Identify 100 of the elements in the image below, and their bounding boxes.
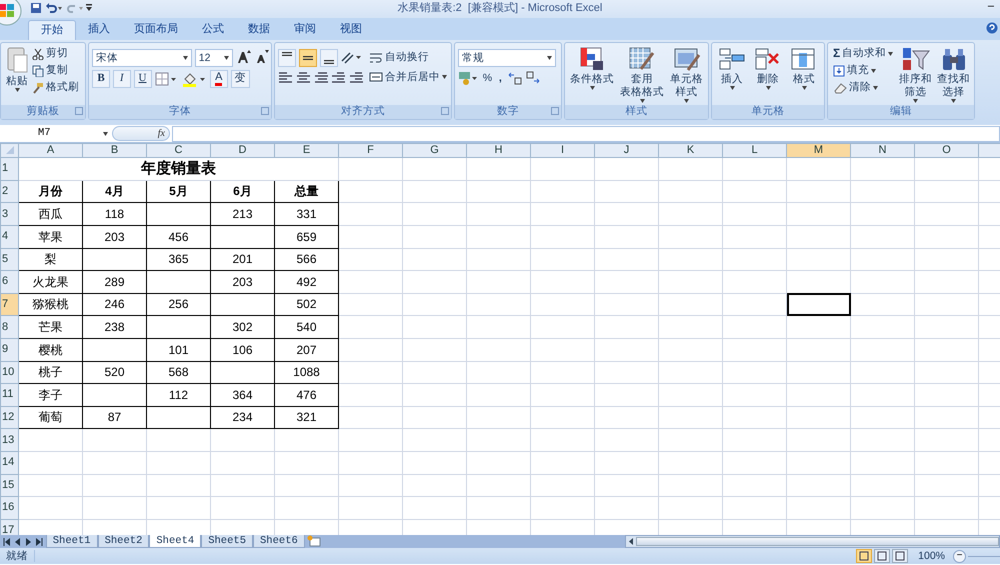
cell-style-button[interactable]: 单元格 样式	[669, 45, 704, 104]
customize-icon[interactable]	[86, 4, 92, 12]
column-header[interactable]: G	[402, 144, 466, 158]
row-header[interactable]: 7	[0, 293, 18, 316]
copy-button[interactable]: 复制	[30, 62, 81, 79]
italic-button[interactable]: I	[112, 70, 131, 88]
ribbon-tab[interactable]: 页面布局	[122, 20, 190, 40]
comma-button[interactable]: ,	[496, 70, 504, 87]
column-header[interactable]: A	[18, 144, 82, 158]
autosum-button[interactable]: Σ 自动求和	[831, 45, 896, 62]
cut-button[interactable]: 剪切	[30, 45, 81, 62]
ribbon-tab[interactable]: 开始	[28, 20, 76, 40]
sheet-tab[interactable]: Sheet1	[46, 535, 98, 548]
font-name-field[interactable]: 宋体	[92, 49, 192, 67]
formula-input[interactable]	[172, 126, 1000, 142]
row-header[interactable]: 11	[0, 384, 18, 406]
font-size-field[interactable]: 12	[194, 49, 233, 67]
row-header[interactable]: 8	[0, 316, 18, 338]
currency-icon[interactable]	[458, 70, 478, 86]
align-vertical-button[interactable]	[278, 49, 296, 67]
delete-button[interactable]: 删除	[752, 45, 784, 103]
sheet-tab[interactable]: Sheet4	[149, 535, 202, 548]
prev-sheet-icon[interactable]	[14, 536, 22, 546]
insert-button[interactable]: 插入	[716, 45, 748, 103]
help-icon[interactable]	[986, 22, 998, 34]
grow-font-icon[interactable]	[236, 49, 252, 65]
percent-button[interactable]: %	[480, 70, 494, 87]
wrap-text-button[interactable]: 自动换行	[367, 49, 449, 66]
column-header[interactable]: J	[594, 144, 658, 158]
sheet-tab[interactable]: Sheet5	[201, 535, 253, 548]
phonetic-button[interactable]: 变	[230, 70, 250, 88]
column-header[interactable]: K	[658, 144, 722, 158]
row-header[interactable]: 1	[0, 158, 18, 180]
sort-filter-button[interactable]: 排序和 筛选	[898, 45, 934, 104]
row-header[interactable]: 13	[0, 428, 18, 452]
normal-view-icon[interactable]	[856, 549, 872, 563]
row-header[interactable]: 4	[0, 225, 18, 248]
row-header[interactable]: 3	[0, 202, 18, 226]
column-header[interactable]: D	[210, 144, 274, 158]
paste-button[interactable]: 粘贴	[4, 45, 30, 103]
table-format-button[interactable]: 套用 表格格式	[619, 45, 665, 104]
table-cell: 106	[210, 338, 274, 362]
row-header[interactable]: 9	[0, 338, 18, 362]
zoom-level[interactable]: 100%	[910, 550, 953, 562]
column-header[interactable]: M	[786, 144, 850, 158]
borders-icon[interactable]	[154, 70, 178, 88]
bold-button[interactable]: B	[92, 70, 110, 88]
column-header[interactable]: C	[146, 144, 210, 158]
find-select-button[interactable]: 查找和 选择	[936, 45, 972, 104]
row-header[interactable]: 12	[0, 406, 18, 429]
row-header[interactable]: 5	[0, 248, 18, 271]
page-break-icon[interactable]	[892, 549, 908, 563]
number-format-field[interactable]: 常规	[458, 49, 556, 67]
ribbon-tab[interactable]: 数据	[236, 20, 282, 40]
underline-button[interactable]: U	[134, 70, 152, 88]
ribbon-tab[interactable]: 公式	[190, 20, 236, 40]
minimize-button[interactable]: –	[984, 0, 998, 14]
column-header[interactable]: H	[466, 144, 530, 158]
new-sheet-icon[interactable]	[304, 535, 323, 548]
column-header[interactable]: F	[338, 144, 402, 158]
font-color-button[interactable]: A	[210, 70, 228, 88]
horizontal-scrollbar[interactable]	[625, 535, 1000, 548]
row-header[interactable]: 17	[0, 519, 18, 535]
insert-function-button[interactable]: fx	[158, 128, 165, 140]
clear-button[interactable]: 清除	[831, 79, 896, 96]
ribbon-tab[interactable]: 插入	[76, 20, 122, 40]
align-vertical-button[interactable]	[320, 49, 338, 67]
page-layout-icon[interactable]	[874, 549, 890, 563]
zoom-out-button[interactable]: −	[953, 550, 966, 562]
align-vertical-button[interactable]	[298, 49, 317, 67]
first-sheet-icon[interactable]	[2, 536, 11, 546]
column-header[interactable]: L	[722, 144, 786, 158]
sheet-tab[interactable]: Sheet6	[253, 535, 305, 548]
ribbon-tab[interactable]: 审阅	[282, 20, 328, 40]
merge-center-button[interactable]: 合并后居中	[367, 68, 449, 86]
ribbon-tab[interactable]: 视图	[328, 20, 374, 40]
increase-decimal-icon[interactable]	[506, 70, 523, 86]
format-button[interactable]: 格式	[788, 45, 820, 103]
column-header[interactable]: O	[914, 144, 978, 158]
sheet-tab[interactable]: Sheet2	[98, 535, 150, 548]
row-header[interactable]: 14	[0, 451, 18, 474]
format-painter-button[interactable]: 格式刷	[30, 79, 81, 96]
row-header[interactable]: 15	[0, 474, 18, 497]
column-header[interactable]: N	[850, 144, 914, 158]
active-cell[interactable]	[786, 293, 850, 316]
row-header[interactable]: 2	[0, 180, 18, 203]
save-icon[interactable]	[30, 2, 42, 14]
column-header[interactable]: B	[82, 144, 146, 158]
conditional-format-button[interactable]: 条件格式	[569, 45, 615, 104]
row-header[interactable]: 6	[0, 270, 18, 294]
fill-button[interactable]: 填充	[831, 62, 896, 79]
row-header[interactable]: 16	[0, 496, 18, 520]
name-box[interactable]: M7	[0, 126, 112, 142]
column-header[interactable]: E	[274, 144, 338, 158]
last-sheet-icon[interactable]	[35, 536, 43, 546]
next-sheet-icon[interactable]	[24, 536, 32, 546]
undo-icon[interactable]	[44, 2, 63, 14]
row-header[interactable]: 10	[0, 361, 18, 384]
shrink-font-icon[interactable]	[254, 49, 270, 65]
column-header[interactable]: I	[530, 144, 594, 158]
